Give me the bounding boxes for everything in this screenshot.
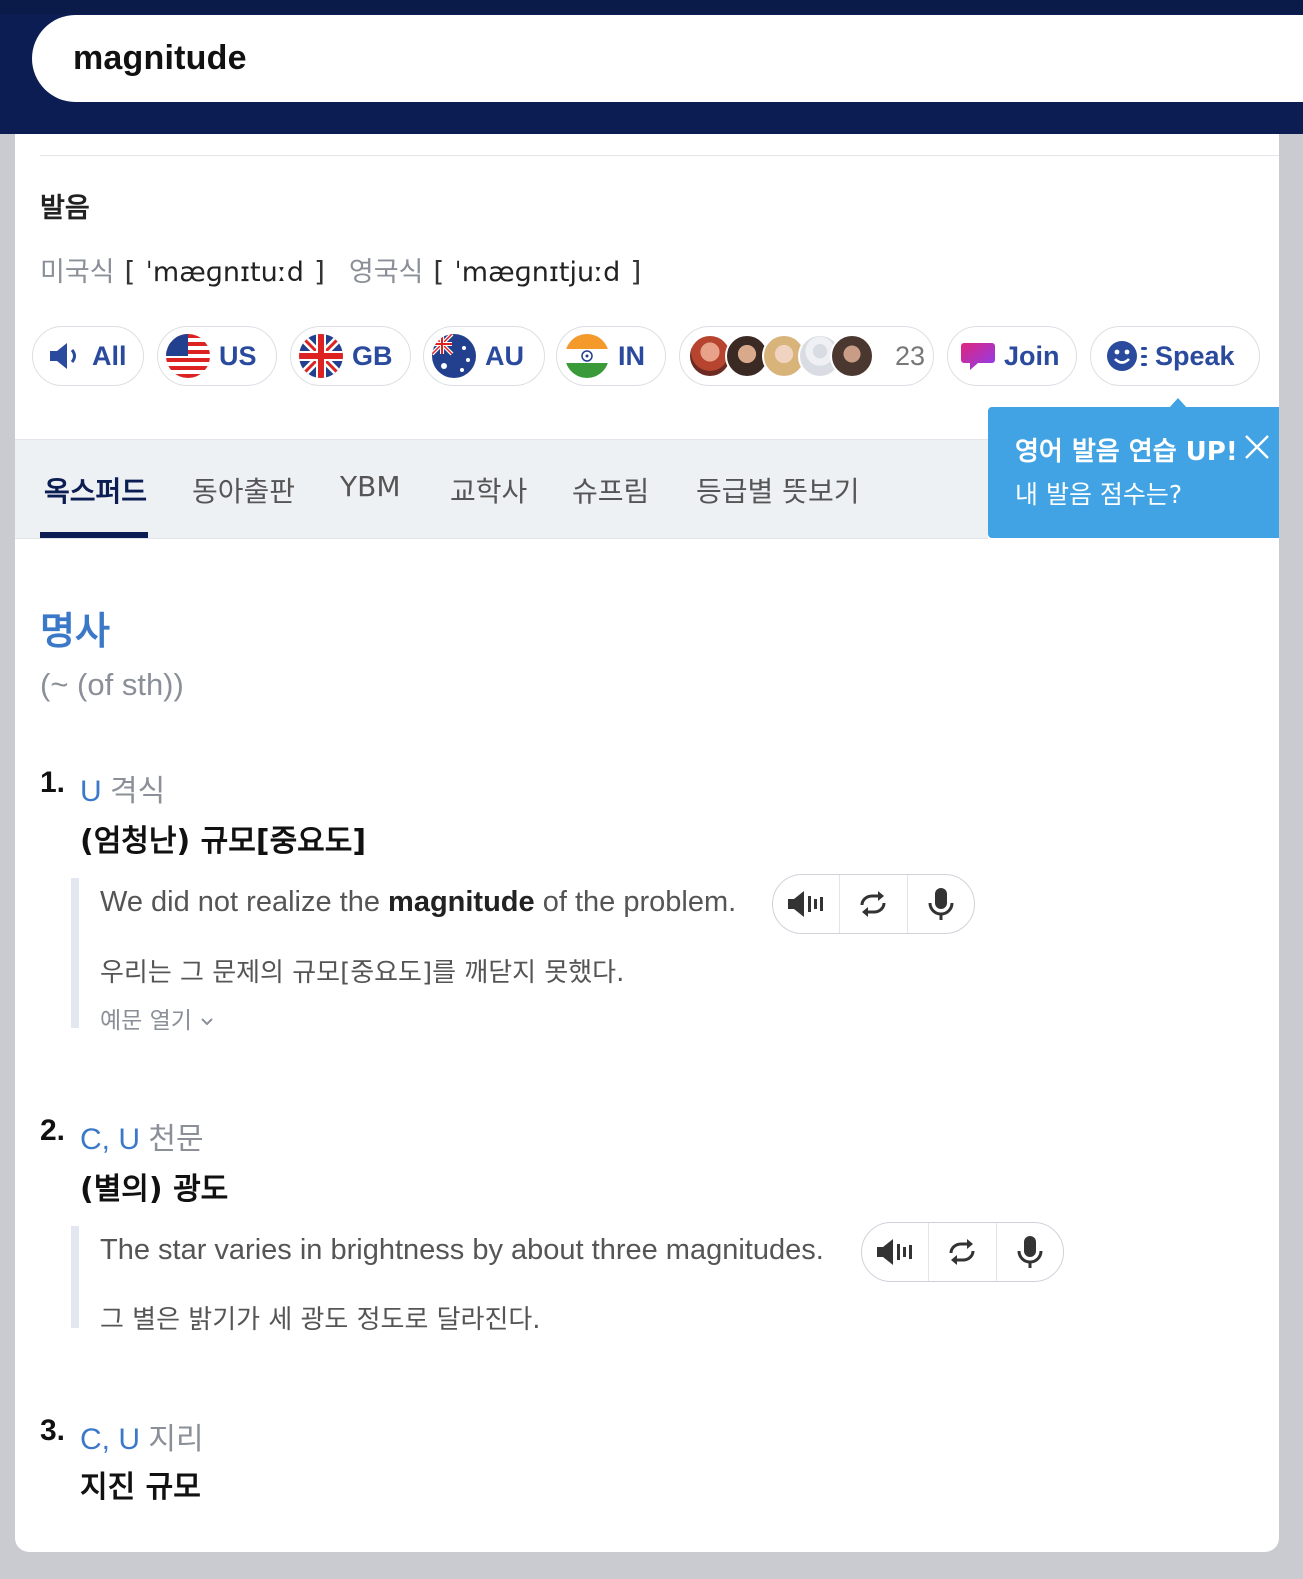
example-audio-controls — [861, 1222, 1064, 1282]
bracket-close: ] — [313, 255, 325, 288]
bracket-open: [ — [124, 255, 136, 288]
speaker-icon — [877, 1239, 913, 1265]
tab-level-meaning[interactable]: 등급별 뜻보기 — [696, 470, 859, 510]
sense-number: 2. — [40, 1114, 66, 1147]
au-flag-icon — [432, 334, 476, 378]
speak-face-icon — [1107, 341, 1147, 371]
speak-label: Speak — [1155, 340, 1235, 371]
play-button[interactable] — [862, 1223, 928, 1281]
search-input[interactable]: magnitude — [32, 15, 1303, 102]
chat-bubble-icon — [961, 343, 995, 370]
grammar-code: C, U — [80, 1123, 140, 1156]
grammar-code: U — [80, 775, 102, 808]
field-label: 격식 — [110, 775, 166, 808]
accent-au-button[interactable]: AU — [423, 326, 545, 386]
accent-us-button[interactable]: US — [157, 326, 277, 386]
tab-ybm[interactable]: YBM — [340, 470, 400, 503]
example-text: of the problem. — [542, 886, 737, 918]
accent-in-label: IN — [618, 340, 645, 371]
uk-ipa: ˈmæɡnɪtjuːd — [454, 257, 621, 288]
us-flag-icon — [166, 334, 210, 378]
field-label: 지리 — [148, 1423, 204, 1456]
sense-grammar: C, U 지리 — [80, 1414, 204, 1458]
top-header: magnitude — [0, 0, 1303, 134]
part-of-speech: 명사 — [40, 609, 110, 653]
example-bar — [71, 878, 79, 1028]
pronunciation-title: 발음 — [40, 193, 90, 224]
tab-donga[interactable]: 동아출판 — [192, 470, 295, 510]
us-label: 미국식 — [40, 257, 115, 288]
gb-flag-icon — [299, 334, 343, 378]
microphone-icon — [928, 888, 954, 920]
close-icon[interactable] — [1244, 434, 1270, 460]
chevron-down-icon — [201, 1017, 213, 1025]
tooltip-line1: 영어 발음 연습 UP! — [1015, 437, 1238, 467]
record-button[interactable] — [995, 1223, 1063, 1281]
sense-grammar: C, U 천문 — [80, 1114, 204, 1158]
microphone-icon — [1017, 1236, 1043, 1268]
example-headword: magnitude — [388, 886, 535, 918]
in-flag-icon — [565, 334, 609, 378]
accent-gb-button[interactable]: GB — [290, 326, 411, 386]
dictionary-tabs: 옥스퍼드 동아출판 YBM 교학사 슈프림 등급별 뜻보기 — [15, 439, 988, 539]
sense-definition: (엄청난) 규모[중요도] — [80, 824, 367, 859]
sense-definition: 지진 규모 — [80, 1470, 201, 1505]
example-sentence: We did not realize the magnitude of the … — [100, 886, 736, 919]
accent-all-button[interactable]: All — [32, 326, 144, 386]
avatar — [830, 334, 874, 378]
record-button[interactable] — [906, 875, 974, 933]
sense-number: 1. — [40, 766, 66, 799]
example-bar — [71, 1226, 79, 1328]
speaker-icon — [788, 891, 824, 917]
tooltip-arrow — [1169, 398, 1187, 408]
sense-definition: (별의) 광도 — [80, 1172, 229, 1207]
more-examples-toggle[interactable]: 예문 열기 — [100, 1001, 215, 1035]
ipa-row: 미국식 [ ˈmæɡnɪtuːd ] 영국식 [ ˈmæɡnɪtjuːd ] — [40, 250, 641, 289]
accent-au-label: AU — [485, 340, 524, 371]
tab-kyohak[interactable]: 교학사 — [450, 470, 527, 510]
usage-pattern: (~ (of sth)) — [40, 667, 184, 702]
repeat-icon — [949, 1239, 975, 1265]
join-button[interactable]: Join — [947, 326, 1077, 386]
bracket-open: [ — [433, 255, 445, 288]
sense-number: 3. — [40, 1414, 66, 1447]
play-button[interactable] — [773, 875, 839, 933]
active-tab-indicator — [40, 532, 148, 538]
example-sentence: The star varies in brightness by about t… — [100, 1234, 824, 1266]
search-query[interactable]: magnitude — [73, 39, 247, 78]
repeat-icon — [860, 891, 886, 917]
example-text: We did not realize the — [100, 886, 380, 918]
repeat-button[interactable] — [928, 1223, 995, 1281]
example-audio-controls — [772, 874, 975, 934]
us-ipa: ˈmæɡnɪtuːd — [145, 257, 304, 288]
example-translation: 그 별은 밝기가 세 광도 정도로 달라진다. — [100, 1305, 541, 1335]
tooltip-line2: 내 발음 점수는? — [1015, 480, 1183, 509]
accent-us-label: US — [219, 340, 257, 371]
pronunciation-tooltip[interactable]: 영어 발음 연습 UP! 내 발음 점수는? — [988, 398, 1279, 538]
join-label: Join — [1004, 340, 1060, 371]
field-label: 천문 — [148, 1123, 204, 1156]
speaker-icon — [50, 343, 76, 369]
header-strip — [0, 0, 1303, 14]
sense-grammar: U 격식 — [80, 766, 165, 810]
bracket-close: ] — [630, 255, 642, 288]
speak-button[interactable]: Speak — [1090, 326, 1260, 386]
uk-label: 영국식 — [348, 257, 424, 288]
community-count: 23 — [895, 340, 926, 371]
accent-gb-label: GB — [352, 340, 393, 371]
divider — [40, 155, 1279, 156]
community-button[interactable]: 23 — [679, 326, 934, 386]
accent-all-label: All — [92, 340, 127, 371]
tab-oxford[interactable]: 옥스퍼드 — [44, 470, 147, 510]
result-card: 발음 미국식 [ ˈmæɡnɪtuːd ] 영국식 [ ˈmæɡnɪtjuːd … — [15, 134, 1279, 1552]
accent-in-button[interactable]: IN — [556, 326, 666, 386]
tab-supreme[interactable]: 슈프림 — [572, 470, 649, 510]
repeat-button[interactable] — [839, 875, 906, 933]
more-examples-label: 예문 열기 — [100, 1008, 192, 1034]
grammar-code: C, U — [80, 1423, 140, 1456]
example-translation: 우리는 그 문제의 규모[중요도]를 깨닫지 못했다. — [100, 958, 625, 988]
